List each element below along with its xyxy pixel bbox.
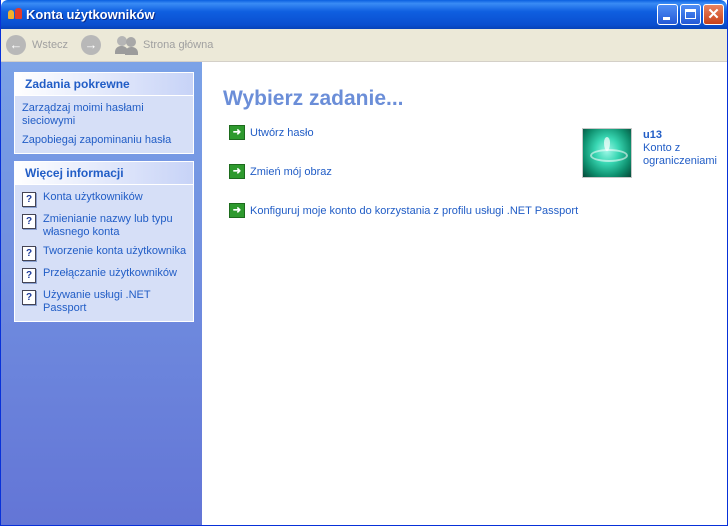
back-label: Wstecz <box>32 39 69 51</box>
help-topic-label: Konta użytkowników <box>43 191 143 203</box>
help-topic-create-account[interactable]: ? Tworzenie konta użytkownika <box>22 245 187 261</box>
task-label: Zmień mój obraz <box>250 165 332 178</box>
help-topic-label: Przełączanie użytkowników <box>43 267 177 279</box>
manage-network-passwords-link[interactable]: Zarządzaj moimi hasłami sieciowymi <box>22 102 187 128</box>
maximize-button[interactable] <box>680 4 701 25</box>
task-label: Konfiguruj moje konto do korzystania z p… <box>250 204 579 217</box>
green-arrow-icon: ➜ <box>229 164 245 179</box>
forward-arrow-icon: → <box>81 35 101 55</box>
main-content: Wybierz zadanie... ➜ Utwórz hasło ➜ Zmie… <box>202 62 727 525</box>
back-button[interactable]: ← Wstecz <box>6 32 68 58</box>
users-icon <box>115 35 139 55</box>
minimize-button[interactable] <box>657 4 678 25</box>
configure-passport-task[interactable]: ➜ Konfiguruj moje konto do korzystania z… <box>229 203 578 218</box>
toolbar: ← Wstecz → Strona główna <box>1 29 727 62</box>
related-tasks-header[interactable]: Zadania pokrewne <box>15 73 193 96</box>
help-icon: ? <box>22 214 36 229</box>
page-title: Wybierz zadanie... <box>223 87 404 110</box>
more-info-panel: Więcej informacji ? Konta użytkowników ?… <box>14 161 194 322</box>
help-topic-label: Zmienianie nazwy lub typu własnego konta <box>43 213 173 238</box>
help-topic-rename-account[interactable]: ? Zmienianie nazwy lub typu własnego kon… <box>22 213 187 239</box>
close-icon: ✕ <box>707 6 720 23</box>
account-type: Konto z ograniczeniami <box>643 142 717 167</box>
help-icon: ? <box>22 268 36 283</box>
title-bar[interactable]: Konta użytkowników ✕ <box>1 0 727 29</box>
help-topic-net-passport[interactable]: ? Używanie usługi .NET Passport <box>22 289 187 315</box>
help-topic-user-accounts[interactable]: ? Konta użytkowników <box>22 191 187 207</box>
maximize-icon <box>685 9 696 19</box>
minimize-icon <box>663 17 670 20</box>
user-name: u13 <box>643 129 662 141</box>
related-tasks-panel: Zadania pokrewne Zarządzaj moimi hasłami… <box>14 72 194 154</box>
user-accounts-icon <box>7 7 23 21</box>
help-topic-label: Używanie usługi .NET Passport <box>43 289 151 314</box>
home-label: Strona główna <box>143 39 214 51</box>
green-arrow-icon: ➜ <box>229 125 245 140</box>
window-title: Konta użytkowników <box>26 7 155 22</box>
more-info-header[interactable]: Więcej informacji <box>15 162 193 185</box>
forward-button[interactable]: → <box>81 32 107 58</box>
help-topic-switch-users[interactable]: ? Przełączanie użytkowników <box>22 267 187 283</box>
back-arrow-icon: ← <box>6 35 26 55</box>
prevent-forgotten-password-link[interactable]: Zapobiegaj zapominaniu hasła <box>22 134 187 147</box>
close-button[interactable]: ✕ <box>703 4 724 25</box>
user-picture[interactable] <box>582 128 632 178</box>
home-button[interactable]: Strona główna <box>115 32 213 58</box>
user-accounts-window: Konta użytkowników ✕ ← Wstecz → Strona g… <box>0 0 728 526</box>
green-arrow-icon: ➜ <box>229 203 245 218</box>
help-icon: ? <box>22 192 36 207</box>
help-topic-label: Tworzenie konta użytkownika <box>43 245 187 257</box>
change-picture-task[interactable]: ➜ Zmień mój obraz <box>229 164 332 179</box>
create-password-task[interactable]: ➜ Utwórz hasło <box>229 125 314 140</box>
task-label: Utwórz hasło <box>250 126 314 139</box>
help-icon: ? <box>22 290 36 305</box>
help-icon: ? <box>22 246 36 261</box>
task-pane: Zadania pokrewne Zarządzaj moimi hasłami… <box>1 62 202 525</box>
